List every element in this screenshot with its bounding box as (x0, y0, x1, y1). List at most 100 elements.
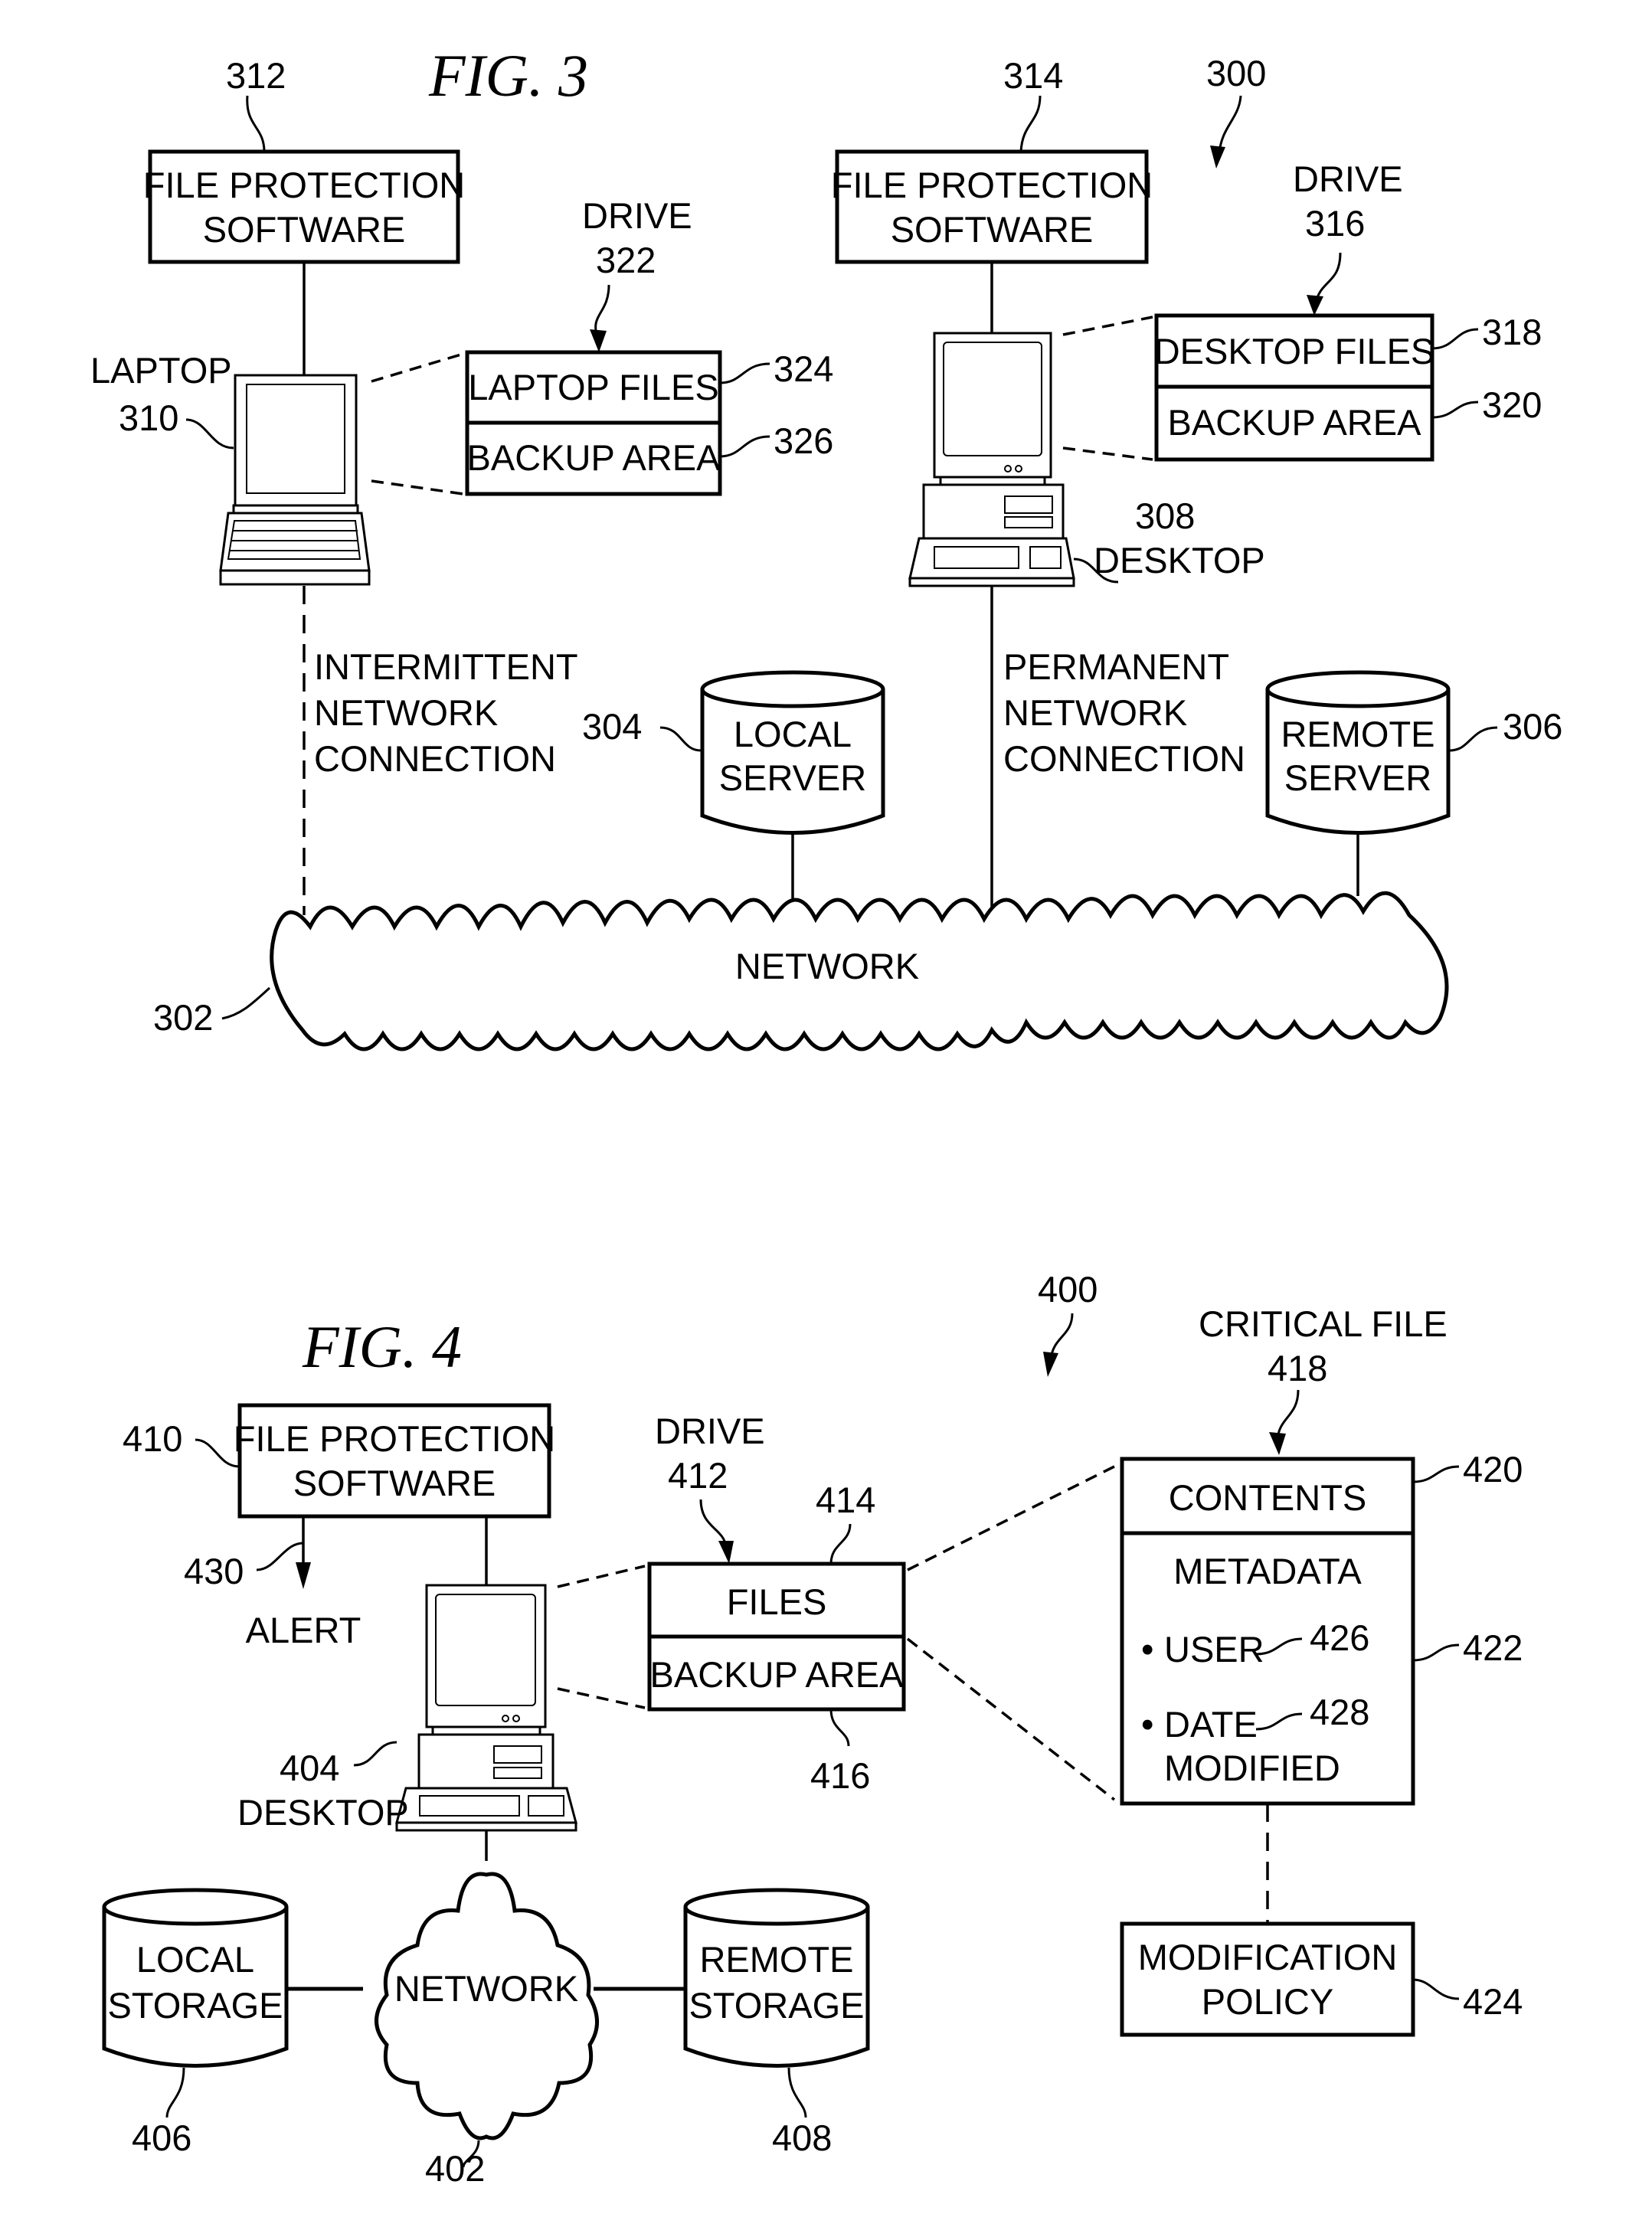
svg-text:SOFTWARE: SOFTWARE (891, 209, 1094, 250)
zoom-line-bottom (1062, 446, 1153, 461)
zoom-line-top (1062, 316, 1153, 336)
ref-420: 420 (1463, 1449, 1523, 1490)
leader-320 (1431, 401, 1479, 419)
desktop-drive-box: DESKTOP FILES BACKUP AREA (1154, 313, 1434, 462)
leader-314 (1019, 95, 1042, 152)
laptop-drive-box: LAPTOP FILES BACKUP AREA (465, 350, 722, 496)
svg-text:POLICY: POLICY (1202, 1981, 1333, 2022)
ref-320: 320 (1482, 384, 1542, 425)
arrow-head-icon (590, 329, 607, 352)
network-402-label: NETWORK (394, 1968, 578, 2009)
ref-302: 302 (153, 997, 213, 1038)
fig4-software-box: FILE PROTECTION SOFTWARE (234, 1403, 555, 1519)
leader-306 (1449, 726, 1498, 752)
leader-316 (1314, 252, 1342, 303)
svg-text:FILE PROTECTION: FILE PROTECTION (831, 165, 1153, 205)
svg-text:REMOTE: REMOTE (1281, 714, 1434, 754)
figure-3: FIG. 3 300 312 FILE PROTECTION SOFTWARE … (90, 42, 1562, 1051)
svg-text:SERVER: SERVER (719, 757, 866, 798)
network-cloud-402: NETWORK (375, 1872, 599, 2140)
ref-316: 316 (1305, 203, 1365, 244)
backup-label: BACKUP AREA (650, 1654, 905, 1695)
ref-406: 406 (132, 2117, 191, 2158)
ref-428: 428 (1310, 1692, 1369, 1732)
zoom-line-top (371, 352, 464, 383)
alert-arrow-icon (296, 1562, 311, 1589)
date-bullet-icon: • (1141, 1704, 1153, 1745)
local-server-cylinder: LOCAL SERVER (700, 670, 885, 835)
leader-408 (787, 2067, 807, 2118)
intermittent-label-2: NETWORK (314, 692, 498, 733)
svg-text:STORAGE: STORAGE (108, 1985, 283, 2026)
svg-text:LOCAL: LOCAL (734, 714, 852, 754)
ref-322: 322 (596, 240, 656, 280)
metadata-label: METADATA (1173, 1551, 1362, 1591)
patent-figures: FIG. 3 300 312 FILE PROTECTION SOFTWARE … (90, 42, 1562, 2189)
ref-308: 308 (1135, 495, 1195, 536)
arrow-head-icon (1307, 295, 1323, 316)
arrow-head-icon (718, 1541, 734, 1564)
permanent-label-3: CONNECTION (1003, 738, 1245, 779)
intermittent-label-1: INTERMITTENT (314, 646, 578, 687)
contents-label: CONTENTS (1169, 1477, 1367, 1518)
fig3-title: FIG. 3 (428, 42, 588, 109)
drive-412-label: DRIVE (655, 1411, 765, 1451)
leader-420 (1412, 1465, 1460, 1483)
ref-430: 430 (184, 1551, 244, 1591)
leader-424 (1412, 1978, 1460, 2000)
system-ref-leader (1049, 1313, 1074, 1360)
fig4-title: FIG. 4 (302, 1313, 462, 1380)
leader-412 (699, 1499, 728, 1548)
svg-text:LOCAL: LOCAL (136, 1939, 254, 1980)
fig4-drive-box: FILES BACKUP AREA (647, 1562, 906, 1712)
alert-label: ALERT (246, 1610, 361, 1650)
local-storage-cylinder: LOCAL STORAGE (102, 1888, 289, 2068)
ref-426: 426 (1310, 1617, 1369, 1658)
user-field: USER (1164, 1629, 1264, 1669)
arrow-head-icon (1043, 1352, 1058, 1377)
fig4-desktop-label: DESKTOP (237, 1792, 409, 1833)
laptop-backup-label: BACKUP AREA (467, 437, 721, 478)
svg-text:STORAGE: STORAGE (689, 1985, 865, 2026)
fig3-system-ref: 300 (1206, 53, 1266, 93)
desktop-software-box: FILE PROTECTION SOFTWARE (831, 149, 1153, 264)
laptop-software-box: FILE PROTECTION SOFTWARE (143, 149, 465, 264)
remote-server-cylinder: REMOTE SERVER (1265, 670, 1451, 835)
ref-408: 408 (772, 2117, 832, 2158)
zoom-line-top (907, 1465, 1115, 1571)
critical-file-label: CRITICAL FILE (1199, 1303, 1448, 1344)
leader-302 (221, 986, 271, 1020)
leader-312 (246, 95, 266, 152)
ref-424: 424 (1463, 1981, 1523, 2022)
network-cloud-302: NETWORK (270, 891, 1449, 1051)
drive-316-label: DRIVE (1293, 159, 1403, 199)
ref-324: 324 (774, 348, 833, 389)
drive-322-label: DRIVE (582, 195, 692, 236)
permanent-label-1: PERMANENT (1003, 646, 1229, 687)
leader-414 (829, 1523, 852, 1565)
arrow-head-icon (1269, 1432, 1286, 1455)
leader-416 (829, 1709, 850, 1747)
ref-412: 412 (668, 1455, 728, 1496)
ref-422: 422 (1463, 1627, 1523, 1668)
svg-text:REMOTE: REMOTE (699, 1939, 853, 1980)
leader-422 (1412, 1643, 1460, 1662)
svg-text:SOFTWARE: SOFTWARE (203, 209, 406, 250)
leader-430 (256, 1542, 304, 1571)
user-bullet-icon: • (1141, 1629, 1153, 1669)
svg-text:FILE PROTECTION: FILE PROTECTION (234, 1418, 555, 1459)
svg-text:FILE PROTECTION: FILE PROTECTION (143, 165, 465, 205)
system-ref-leader (1218, 95, 1242, 154)
zoom-line-bottom (557, 1687, 646, 1709)
leader-324 (719, 362, 770, 384)
date-field-1: DATE (1164, 1704, 1258, 1745)
permanent-label-2: NETWORK (1003, 692, 1187, 733)
fig4-desktop-icon (395, 1584, 577, 1832)
svg-text:SERVER: SERVER (1284, 757, 1431, 798)
svg-text:SOFTWARE: SOFTWARE (293, 1463, 496, 1503)
ref-414: 414 (816, 1480, 875, 1520)
desktop-backup-label: BACKUP AREA (1168, 402, 1422, 443)
leader-410 (195, 1438, 240, 1468)
zoom-line-top (557, 1565, 646, 1588)
ref-306: 306 (1503, 706, 1562, 747)
